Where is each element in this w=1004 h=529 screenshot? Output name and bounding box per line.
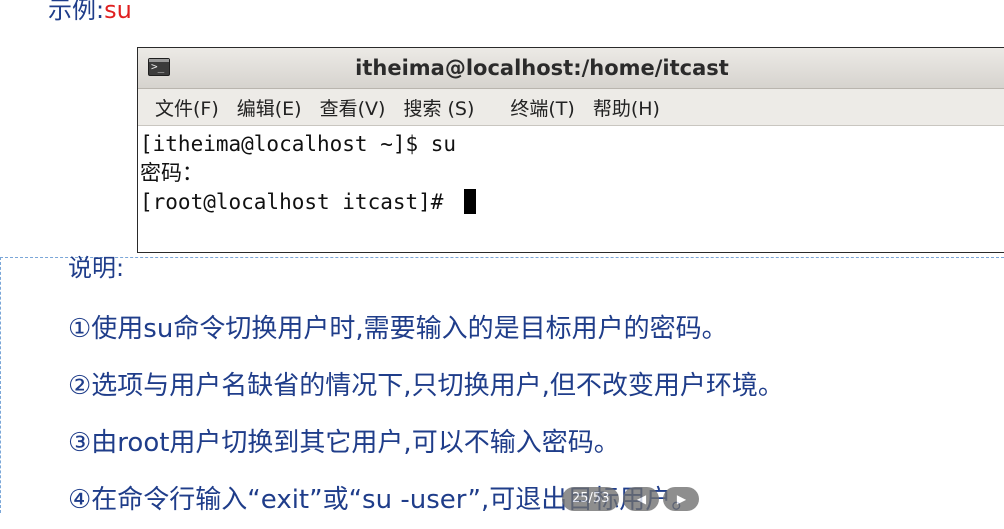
terminal-prompt: [root@localhost itcast]#: [140, 190, 457, 214]
terminal-line: 密码：: [140, 161, 203, 185]
terminal-window: >_ itheima@localhost:/home/itcast 文件(F) …: [137, 47, 1004, 253]
next-icon[interactable]: ▶: [663, 487, 700, 511]
terminal-output[interactable]: [itheima@localhost ~]$ su 密码： [root@localh…: [138, 126, 1004, 217]
terminal-menubar: 文件(F) 编辑(E) 查看(V) 搜索 (S) 终端(T) 帮助(H): [138, 89, 1004, 126]
terminal-titlebar[interactable]: >_ itheima@localhost:/home/itcast: [138, 48, 1004, 89]
notes-heading: 说明:: [68, 254, 125, 282]
page-counter: 25/53: [562, 487, 620, 511]
example-heading: 示例:su: [48, 0, 132, 26]
menu-view[interactable]: 查看(V): [311, 92, 395, 123]
terminal-title: itheima@localhost:/home/itcast: [355, 56, 729, 80]
terminal-prompt-line: [root@localhost itcast]#: [140, 188, 1004, 217]
frame-guide-vertical: [0, 257, 1, 513]
menu-terminal[interactable]: 终端(T): [501, 92, 583, 123]
prev-icon[interactable]: ◀: [623, 487, 660, 511]
example-command: su: [104, 0, 132, 24]
menu-file[interactable]: 文件(F): [146, 92, 228, 123]
terminal-line: [itheima@localhost ~]$ su: [140, 132, 457, 156]
slide-navigation-overlay: 25/53 ◀ ▶: [562, 486, 700, 512]
note-item: ②选项与用户名缺省的情况下,只切换用户,但不改变用户环境。: [68, 371, 784, 401]
note-item: ③由root用户切换到其它用户,可以不输入密码。: [68, 428, 620, 458]
example-label: 示例:: [48, 0, 105, 24]
menu-help[interactable]: 帮助(H): [584, 92, 669, 123]
terminal-cursor: [464, 189, 477, 214]
note-item: ①使用su命令切换用户时,需要输入的是目标用户的密码。: [68, 314, 728, 344]
menu-search[interactable]: 搜索 (S): [394, 92, 483, 123]
menu-edit[interactable]: 编辑(E): [228, 92, 311, 123]
